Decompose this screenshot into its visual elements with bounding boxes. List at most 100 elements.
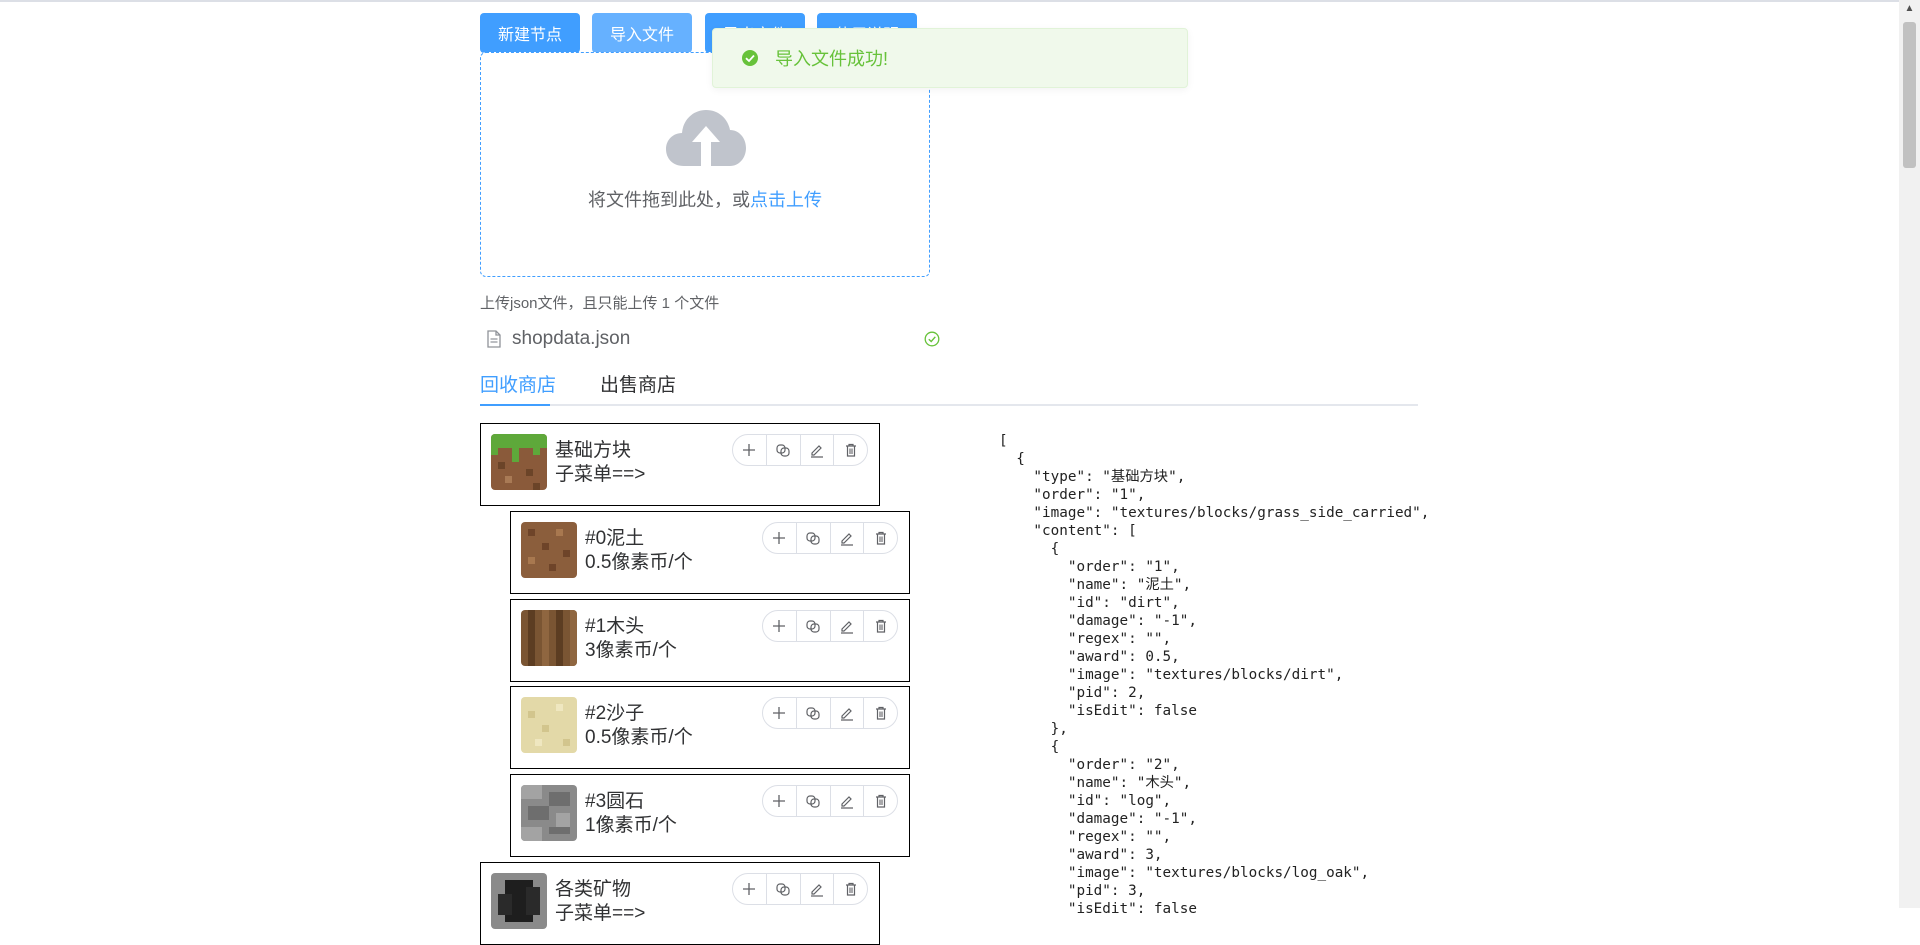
trash-icon bbox=[845, 443, 856, 457]
plus-icon bbox=[773, 707, 786, 719]
edit-icon bbox=[840, 533, 853, 546]
delete-button[interactable] bbox=[864, 786, 897, 816]
delete-button[interactable] bbox=[834, 435, 867, 465]
edit-icon bbox=[840, 796, 853, 809]
copy-button[interactable] bbox=[797, 698, 831, 728]
edit-button[interactable] bbox=[831, 786, 865, 816]
node-actions bbox=[762, 610, 898, 642]
copy-button[interactable] bbox=[797, 611, 831, 641]
dirt-block-icon bbox=[521, 522, 577, 578]
success-circle-icon bbox=[924, 331, 940, 347]
copy-icon bbox=[806, 620, 820, 633]
edit-icon bbox=[840, 621, 853, 634]
upload-tip: 上传json文件，且只能上传 1 个文件 bbox=[480, 295, 720, 312]
copy-button[interactable] bbox=[767, 874, 801, 904]
edit-icon bbox=[810, 445, 823, 458]
edit-icon bbox=[840, 708, 853, 721]
node-actions bbox=[732, 873, 868, 905]
node-card[interactable]: #2沙子 0.5像素币/个 bbox=[510, 686, 910, 769]
json-preview: [ { "type": "基础方块", "order": "1", "image… bbox=[999, 433, 1430, 917]
trash-icon bbox=[875, 794, 886, 808]
node-actions bbox=[732, 434, 868, 466]
add-button[interactable] bbox=[763, 523, 797, 553]
plus-icon bbox=[773, 620, 786, 632]
node-title: #0泥土 bbox=[585, 528, 645, 549]
plus-icon bbox=[773, 795, 786, 807]
delete-button[interactable] bbox=[864, 523, 897, 553]
add-button[interactable] bbox=[763, 698, 797, 728]
add-button[interactable] bbox=[763, 786, 797, 816]
edit-button[interactable] bbox=[831, 523, 865, 553]
click-upload-link[interactable]: 点击上传 bbox=[750, 190, 822, 210]
node-subtitle: 3像素币/个 bbox=[585, 640, 677, 661]
copy-icon bbox=[806, 707, 820, 720]
sand-block-icon bbox=[521, 697, 577, 753]
node-actions bbox=[762, 785, 898, 817]
trash-icon bbox=[845, 882, 856, 896]
toast-message: 导入文件成功! bbox=[775, 49, 889, 69]
node-title: 各类矿物 bbox=[555, 879, 632, 900]
scroll-up-arrow-icon[interactable]: ▲ bbox=[1899, 0, 1920, 17]
top-border bbox=[0, 0, 1920, 2]
copy-button[interactable] bbox=[797, 786, 831, 816]
upload-drag-text: 将文件拖到此处，或 bbox=[588, 190, 750, 210]
plus-icon bbox=[743, 444, 756, 456]
file-name: shopdata.json bbox=[512, 328, 631, 349]
node-subtitle: 0.5像素币/个 bbox=[585, 727, 693, 748]
edit-button[interactable] bbox=[801, 435, 835, 465]
log-block-icon bbox=[521, 610, 577, 666]
page-scrollbar[interactable]: ▲ bbox=[1899, 0, 1920, 908]
node-actions bbox=[762, 697, 898, 729]
node-title: #2沙子 bbox=[585, 703, 645, 724]
scrollbar-thumb[interactable] bbox=[1903, 22, 1916, 168]
node-title: #1木头 bbox=[585, 616, 645, 637]
node-card[interactable]: #1木头 3像素币/个 bbox=[510, 599, 910, 682]
plus-icon bbox=[743, 883, 756, 895]
import-file-button[interactable]: 导入文件 bbox=[592, 13, 692, 53]
tab-sell-shop[interactable]: 出售商店 bbox=[600, 370, 676, 397]
delete-button[interactable] bbox=[834, 874, 867, 904]
node-actions bbox=[762, 522, 898, 554]
trash-icon bbox=[875, 706, 886, 720]
add-button[interactable] bbox=[733, 874, 767, 904]
node-card[interactable]: #3圆石 1像素币/个 bbox=[510, 774, 910, 857]
shop-tabs: 回收商店 出售商店 bbox=[480, 366, 1418, 406]
node-title: #3圆石 bbox=[585, 791, 645, 812]
uploaded-file-item[interactable]: shopdata.json bbox=[480, 326, 940, 352]
trash-icon bbox=[875, 619, 886, 633]
tab-recycle-shop[interactable]: 回收商店 bbox=[480, 370, 556, 397]
add-button[interactable] bbox=[763, 611, 797, 641]
edit-button[interactable] bbox=[831, 698, 865, 728]
coal-ore-icon bbox=[491, 873, 547, 929]
node-title: 基础方块 bbox=[555, 440, 632, 461]
node-card[interactable]: #0泥土 0.5像素币/个 bbox=[510, 511, 910, 594]
copy-button[interactable] bbox=[767, 435, 801, 465]
copy-button[interactable] bbox=[797, 523, 831, 553]
plus-icon bbox=[773, 532, 786, 544]
node-subtitle: 子菜单==> bbox=[555, 903, 646, 924]
delete-button[interactable] bbox=[864, 698, 897, 728]
success-check-icon bbox=[742, 50, 758, 66]
grass-block-icon bbox=[491, 434, 547, 490]
edit-icon bbox=[810, 884, 823, 897]
copy-icon bbox=[806, 795, 820, 808]
node-subtitle: 1像素币/个 bbox=[585, 815, 677, 836]
upload-text: 将文件拖到此处，或点击上传 bbox=[481, 186, 929, 212]
new-node-button[interactable]: 新建节点 bbox=[480, 13, 580, 53]
edit-button[interactable] bbox=[831, 611, 865, 641]
copy-icon bbox=[776, 883, 790, 896]
edit-button[interactable] bbox=[801, 874, 835, 904]
copy-icon bbox=[806, 532, 820, 545]
node-subtitle: 子菜单==> bbox=[555, 464, 646, 485]
active-tab-indicator bbox=[480, 404, 550, 406]
add-button[interactable] bbox=[733, 435, 767, 465]
node-subtitle: 0.5像素币/个 bbox=[585, 552, 693, 573]
cobblestone-block-icon bbox=[521, 785, 577, 841]
node-card[interactable]: 各类矿物 子菜单==> bbox=[480, 862, 880, 945]
document-icon bbox=[487, 330, 501, 348]
delete-button[interactable] bbox=[864, 611, 897, 641]
cloud-upload-icon bbox=[666, 110, 746, 166]
node-card[interactable]: 基础方块 子菜单==> bbox=[480, 423, 880, 506]
trash-icon bbox=[875, 531, 886, 545]
copy-icon bbox=[776, 444, 790, 457]
